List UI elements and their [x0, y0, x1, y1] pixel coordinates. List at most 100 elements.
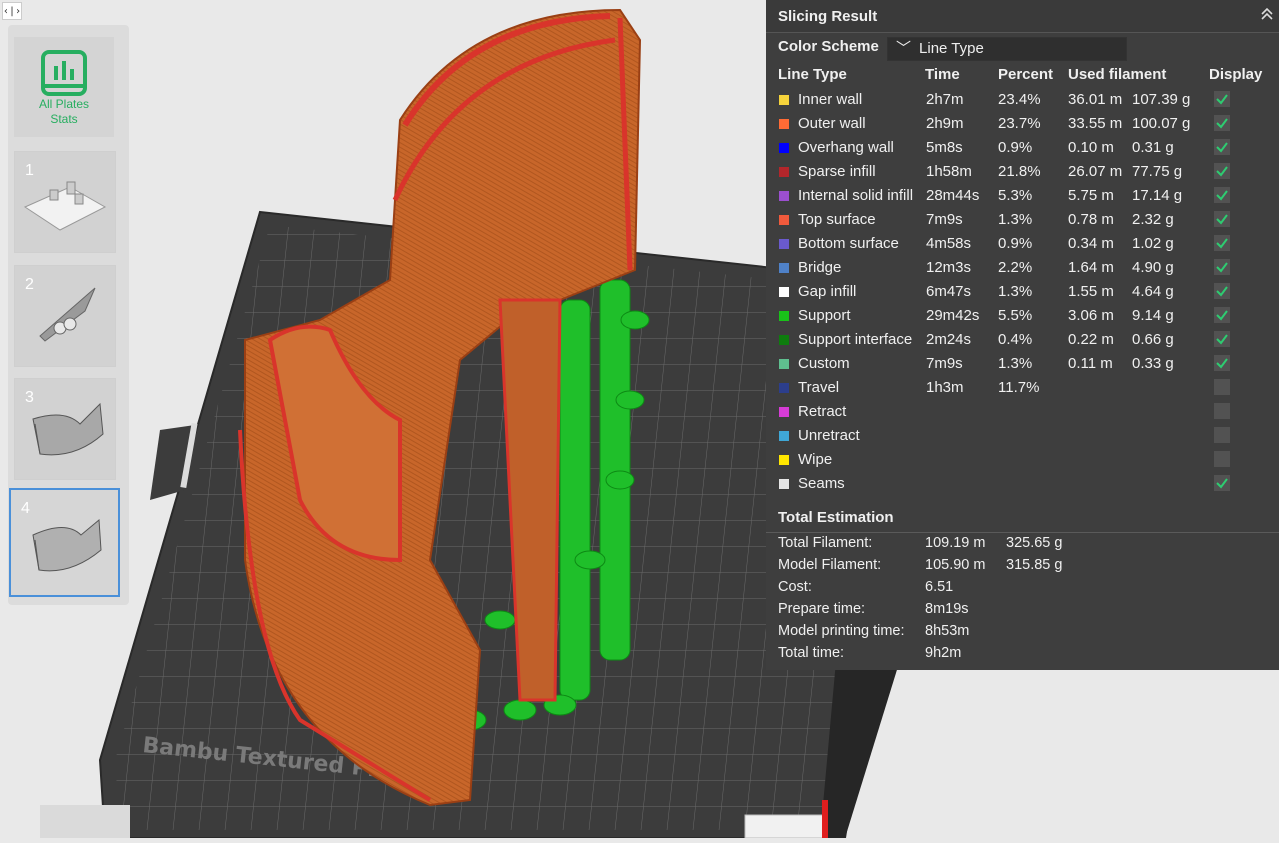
line-type-name: Unretract	[798, 427, 860, 444]
check-icon	[1216, 190, 1228, 201]
slicing-result-panel: Slicing Result Color Scheme ﹀ Line Type L…	[766, 0, 1279, 670]
line-type-meters: 5.75 m	[1068, 187, 1114, 204]
display-checkbox[interactable]	[1214, 427, 1230, 443]
col-header-percent: Percent	[998, 66, 1054, 83]
display-checkbox[interactable]	[1214, 355, 1230, 371]
line-type-name: Overhang wall	[798, 139, 894, 156]
check-icon	[1216, 478, 1228, 489]
line-type-name: Retract	[798, 403, 847, 420]
display-checkbox[interactable]	[1214, 475, 1230, 491]
display-checkbox[interactable]	[1214, 283, 1230, 299]
line-type-time: 12m3s	[926, 259, 972, 276]
line-type-row: Retract	[766, 400, 1279, 424]
line-type-percent: 5.3%	[998, 187, 1033, 204]
plate-number: 2	[25, 276, 34, 293]
color-swatch	[779, 383, 789, 393]
col-header-time: Time	[925, 66, 960, 83]
line-type-name: Sparse infill	[798, 163, 876, 180]
display-checkbox[interactable]	[1214, 307, 1230, 323]
sidebar-toggle-button[interactable]: ‹|›	[2, 2, 22, 20]
plate-2-thumbnail[interactable]: 2	[14, 265, 116, 367]
line-type-time: 5m8s	[926, 139, 963, 156]
display-checkbox[interactable]	[1214, 115, 1230, 131]
display-checkbox[interactable]	[1214, 379, 1230, 395]
line-type-time: 1h58m	[926, 163, 972, 180]
check-icon	[1216, 334, 1228, 345]
display-checkbox[interactable]	[1214, 211, 1230, 227]
total-label: Cost:	[778, 579, 812, 595]
line-type-name: Seams	[798, 475, 845, 492]
check-icon	[1216, 142, 1228, 153]
line-type-grams: 77.75 g	[1132, 163, 1183, 180]
color-swatch	[779, 287, 789, 297]
plate-number: 3	[25, 389, 34, 406]
display-checkbox[interactable]	[1214, 451, 1230, 467]
display-checkbox[interactable]	[1214, 235, 1230, 251]
line-type-row: Outer wall 2h9m 23.7% 33.55 m 100.07 g	[766, 112, 1279, 136]
line-type-time: 6m47s	[926, 283, 972, 300]
line-type-time: 29m42s	[926, 307, 980, 324]
color-scheme-select[interactable]: ﹀ Line Type	[887, 37, 1127, 61]
check-icon	[1216, 166, 1228, 177]
plate-list: All Plates Stats 1 2 3 4	[8, 25, 129, 605]
total-estimation-title: Total Estimation	[778, 509, 894, 526]
display-checkbox[interactable]	[1214, 403, 1230, 419]
color-swatch	[779, 359, 789, 369]
plate-number: 4	[21, 500, 30, 517]
line-type-row: Sparse infill 1h58m 21.8% 26.07 m 77.75 g	[766, 160, 1279, 184]
line-type-meters: 1.64 m	[1068, 259, 1114, 276]
display-checkbox[interactable]	[1214, 163, 1230, 179]
plate-4-thumbnail[interactable]: 4	[9, 488, 120, 597]
line-type-meters: 0.22 m	[1068, 331, 1114, 348]
display-checkbox[interactable]	[1214, 259, 1230, 275]
view-cube[interactable]	[40, 805, 130, 838]
check-icon	[1216, 238, 1228, 249]
total-value: 8m19s	[925, 601, 969, 617]
plate-3-thumbnail[interactable]: 3	[14, 378, 116, 480]
line-type-name: Wipe	[798, 451, 833, 468]
line-type-time: 2h7m	[926, 91, 964, 108]
display-checkbox[interactable]	[1214, 331, 1230, 347]
display-checkbox[interactable]	[1214, 187, 1230, 203]
display-checkbox[interactable]	[1214, 139, 1230, 155]
total-label: Model Filament:	[778, 557, 882, 573]
display-checkbox[interactable]	[1214, 91, 1230, 107]
line-type-name: Outer wall	[798, 115, 866, 132]
line-type-name: Bridge	[798, 259, 842, 276]
color-scheme-value: Line Type	[919, 40, 984, 57]
line-type-grams: 100.07 g	[1132, 115, 1191, 132]
plate-1-thumbnail[interactable]: 1	[14, 151, 116, 253]
line-type-grams: 0.31 g	[1132, 139, 1174, 156]
check-icon	[1216, 94, 1228, 105]
chevron-down-icon: ﹀	[896, 40, 912, 57]
line-type-grams: 2.32 g	[1132, 211, 1174, 228]
total-value: 6.51	[925, 579, 954, 595]
line-type-time: 2h9m	[926, 115, 964, 132]
line-type-percent: 1.3%	[998, 355, 1033, 372]
line-type-percent: 0.9%	[998, 235, 1033, 252]
check-icon	[1216, 214, 1228, 225]
line-type-percent: 0.4%	[998, 331, 1033, 348]
collapse-icon[interactable]	[1259, 6, 1275, 22]
line-type-name: Internal solid infill	[798, 187, 914, 204]
line-type-row: Support interface 2m24s 0.4% 0.22 m 0.66 g	[766, 328, 1279, 352]
line-type-row: Gap infill 6m47s 1.3% 1.55 m 4.64 g	[766, 280, 1279, 304]
line-type-row: Internal solid infill 28m44s 5.3% 5.75 m 17.…	[766, 184, 1279, 208]
line-type-time: 28m44s	[926, 187, 980, 204]
line-type-row: Inner wall 2h7m 23.4% 36.01 m 107.39 g	[766, 88, 1279, 112]
line-type-percent: 23.4%	[998, 91, 1041, 108]
all-plates-stats-button[interactable]: All Plates Stats	[14, 37, 114, 137]
check-icon	[1216, 262, 1228, 273]
col-header-display: Display	[1209, 66, 1263, 83]
line-type-percent: 23.7%	[998, 115, 1041, 132]
line-type-grams: 4.64 g	[1132, 283, 1174, 300]
line-type-meters: 1.55 m	[1068, 283, 1114, 300]
line-type-meters: 0.78 m	[1068, 211, 1114, 228]
line-type-grams: 17.14 g	[1132, 187, 1183, 204]
total-label: Prepare time:	[778, 601, 866, 617]
total-value: 109.19 m	[925, 535, 986, 551]
line-type-time: 4m58s	[926, 235, 972, 252]
total-value: 8h53m	[925, 623, 970, 639]
line-type-name: Inner wall	[798, 91, 863, 108]
divider	[766, 532, 1279, 533]
